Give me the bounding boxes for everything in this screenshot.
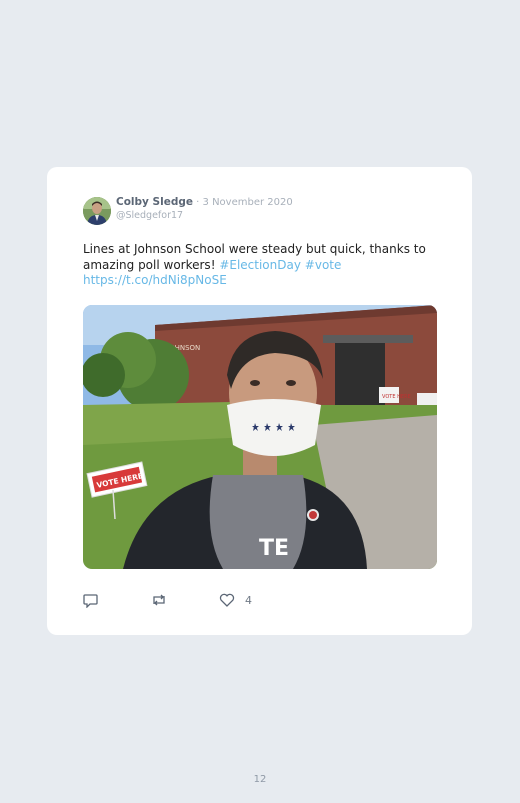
tweet-photo[interactable]: VOTE HERE JOHNSON VOTE HERE TE <box>83 305 437 569</box>
tweet-url[interactable]: https://t.co/hdNi8pNoSE <box>83 273 227 287</box>
svg-text:TE: TE <box>259 536 289 561</box>
author-handle[interactable]: @Sledgefor17 <box>116 210 183 221</box>
author-name[interactable]: Colby Sledge <box>116 196 193 208</box>
retweet-icon <box>150 592 168 608</box>
like-button[interactable]: 4 <box>219 591 252 609</box>
tweet-date[interactable]: 3 November 2020 <box>203 197 293 208</box>
hashtag-electionday[interactable]: #ElectionDay <box>219 258 301 272</box>
retweet-button[interactable] <box>150 591 168 609</box>
separator: · <box>192 197 203 208</box>
page-number: 12 <box>253 774 267 785</box>
avatar[interactable] <box>83 197 111 225</box>
tweet-text: Lines at Johnson School were steady but … <box>83 242 435 289</box>
like-count: 4 <box>245 593 252 607</box>
hashtag-vote[interactable]: #vote <box>305 258 342 272</box>
tweet-actions: 4 <box>83 591 283 609</box>
reply-icon <box>83 592 99 608</box>
author-row: Colby Sledge · 3 November 2020 <box>116 196 293 208</box>
reply-button[interactable] <box>83 591 99 609</box>
heart-icon <box>219 592 235 608</box>
door-sign-text: VOTE HERE <box>382 394 411 400</box>
tweet-card: Colby Sledge · 3 November 2020 @Sledgefo… <box>47 167 472 635</box>
